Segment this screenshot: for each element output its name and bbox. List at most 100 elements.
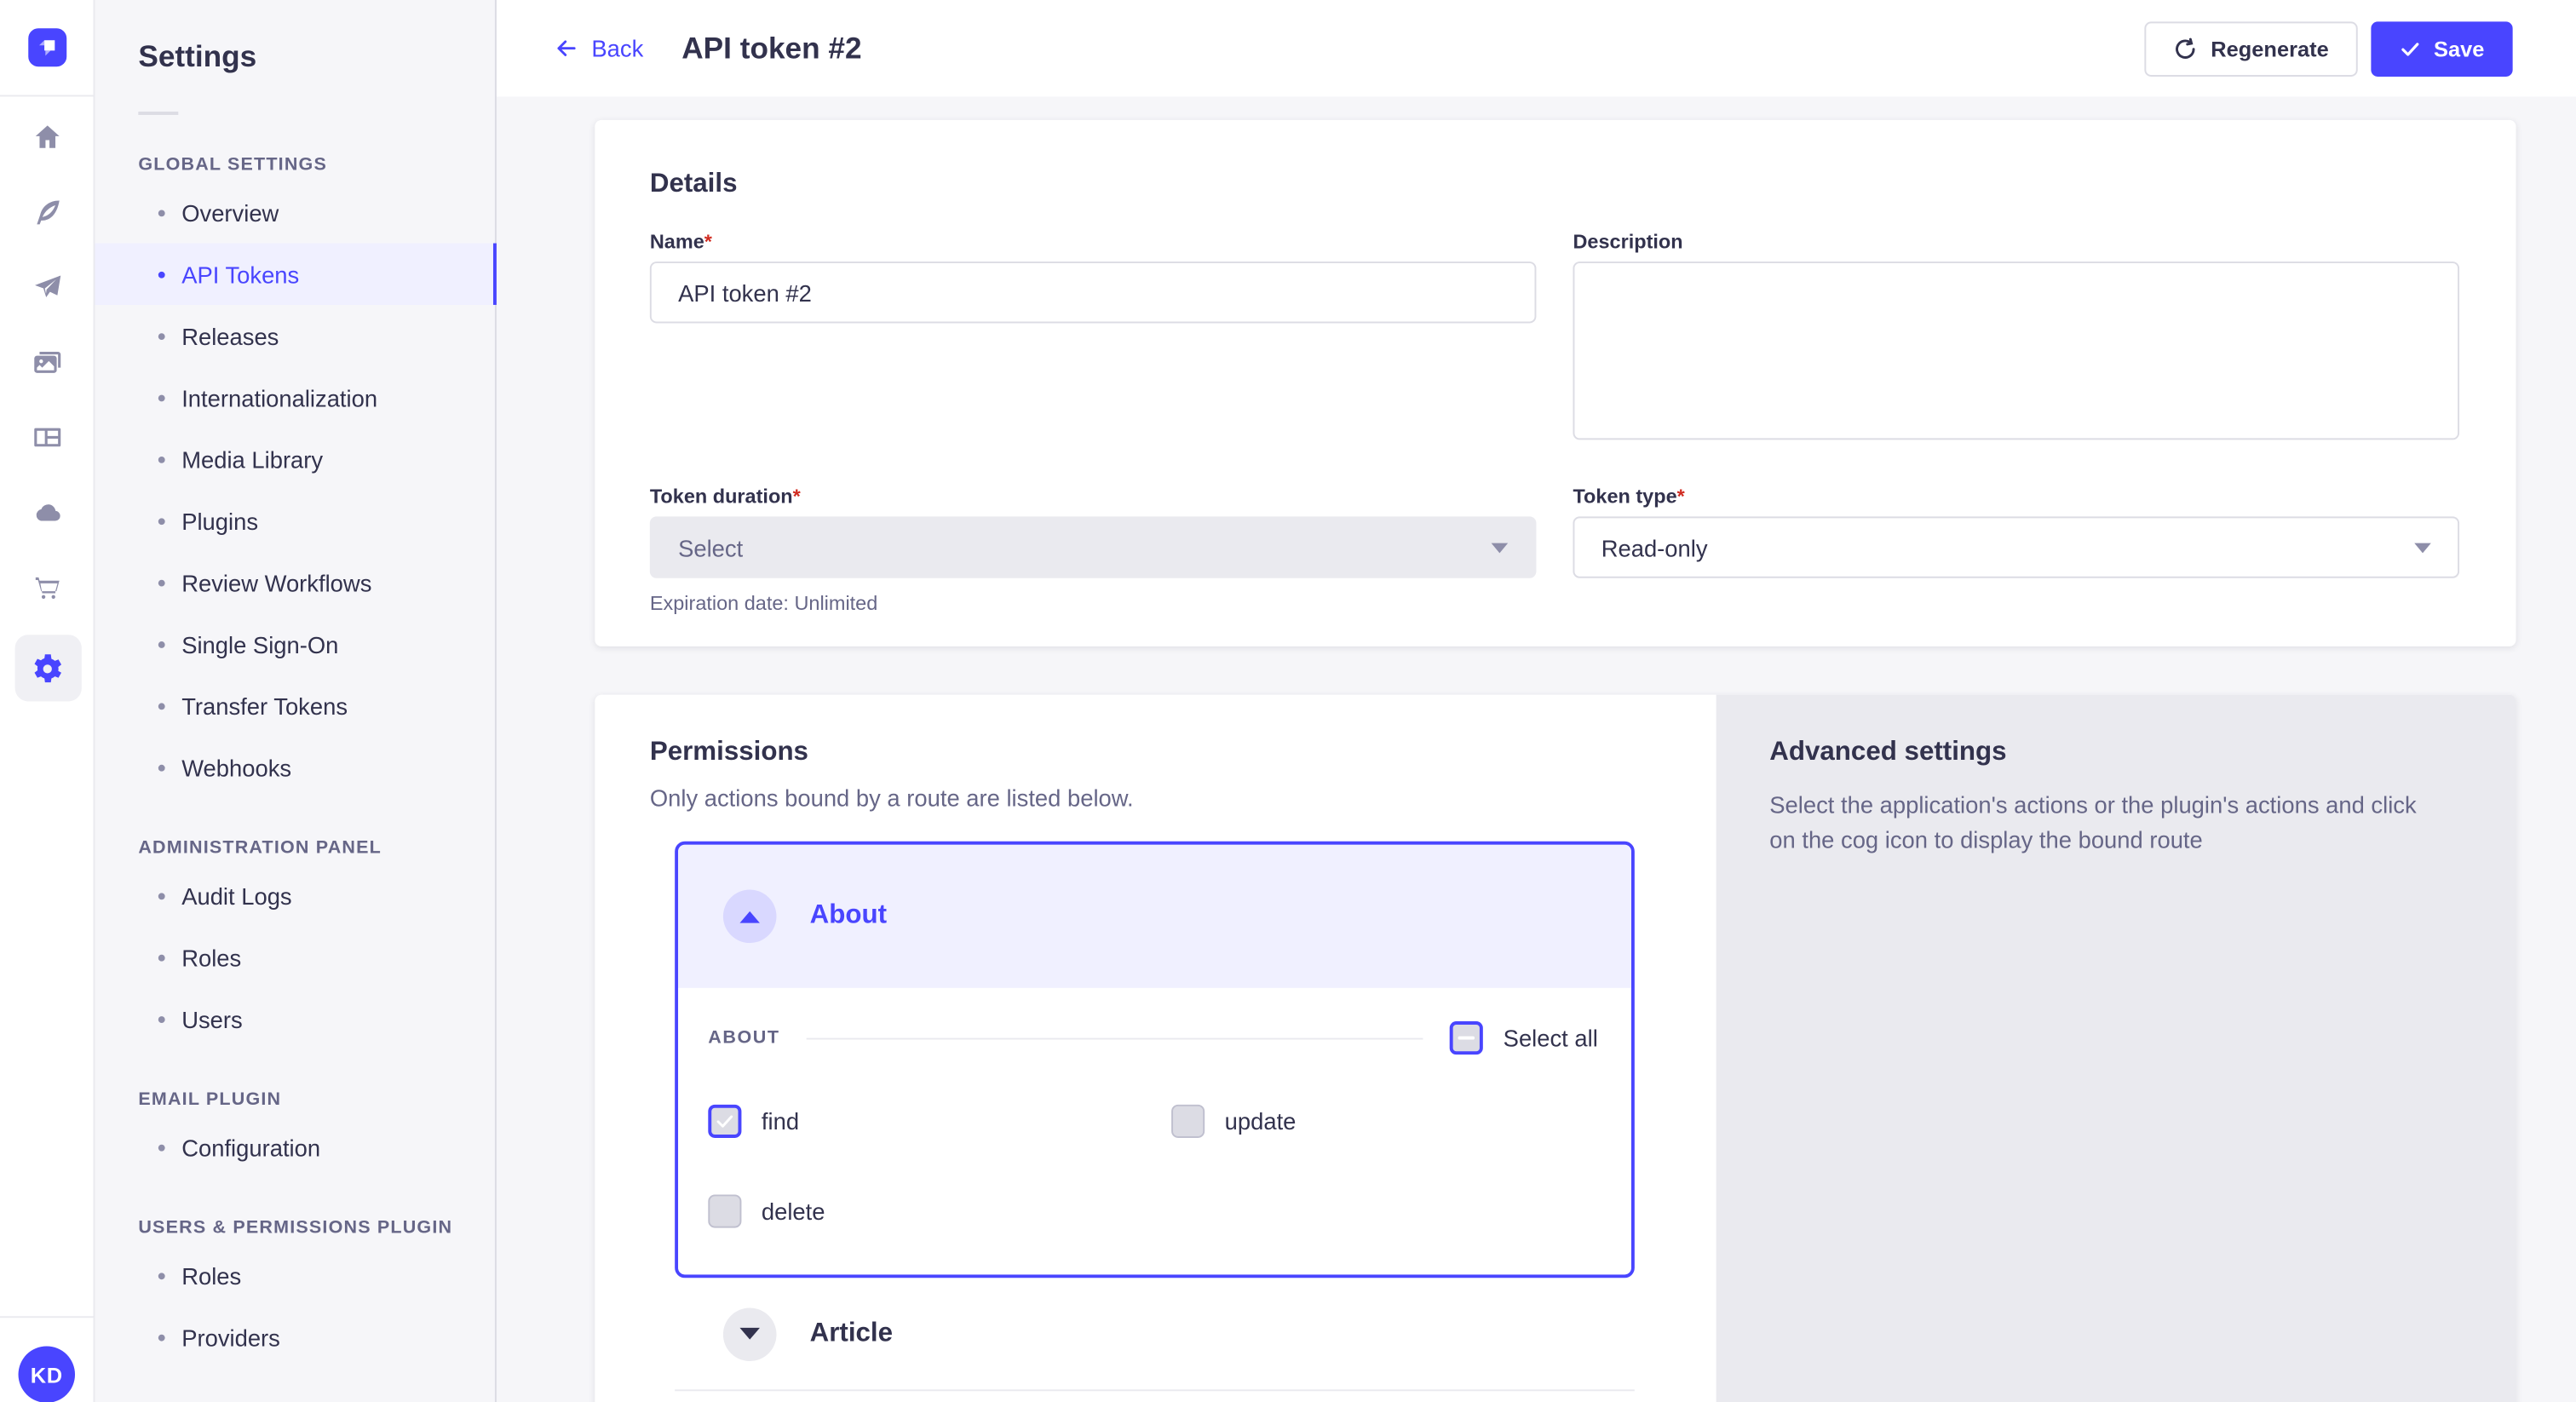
marketplace-cart-icon[interactable] (20, 560, 74, 613)
page-title: API token #2 (681, 31, 861, 66)
sidebar-item-overview[interactable]: Overview (95, 181, 494, 243)
about-accordion-body: ABOUT Select all find (678, 988, 1631, 1274)
bullet-icon (158, 1015, 165, 1022)
token-duration-field-group: Token duration* Select Expiration date: … (650, 485, 1537, 615)
permissions-panel: Permissions Only actions bound by a rout… (595, 695, 1716, 1402)
token-duration-select[interactable]: Select (650, 516, 1537, 577)
sidebar-item-review-workflows[interactable]: Review Workflows (95, 551, 494, 612)
page-header: Back API token #2 Regenerate Save (497, 0, 2576, 96)
user-avatar[interactable]: KD (19, 1346, 76, 1402)
sidebar-item-internationalization[interactable]: Internationalization (95, 366, 494, 428)
bullet-icon (158, 209, 165, 215)
required-asterisk: * (704, 230, 712, 253)
chevron-down-icon (739, 1328, 759, 1340)
back-button[interactable]: Back (553, 35, 643, 61)
strapi-logo-icon (35, 35, 60, 60)
name-label: Name* (650, 230, 1537, 253)
sidebar-item-providers[interactable]: Providers (95, 1307, 494, 1368)
bullet-icon (158, 764, 165, 771)
expiration-hint: Expiration date: Unlimited (650, 591, 1537, 614)
chevron-down-icon (2414, 543, 2431, 553)
sidebar-item-label: Users (181, 1005, 243, 1031)
about-accordion-header[interactable]: About (678, 845, 1631, 988)
sidebar-item-label: Review Workflows (181, 569, 371, 595)
sidebar-item-plugins[interactable]: Plugins (95, 490, 494, 551)
group-divider (807, 1037, 1423, 1039)
bullet-icon (158, 1272, 165, 1278)
about-group-label: ABOUT (708, 1028, 779, 1048)
paper-plane-icon[interactable] (20, 260, 74, 313)
sidebar-item-label: Internationalization (181, 384, 377, 411)
sidebar-item-api-tokens[interactable]: API Tokens (95, 244, 494, 305)
bullet-icon (158, 394, 165, 401)
required-asterisk: * (1677, 485, 1685, 508)
check-icon (2399, 37, 2420, 59)
delete-checkbox[interactable] (708, 1194, 741, 1227)
sidebar-item-media-library[interactable]: Media Library (95, 428, 494, 490)
sidebar-item-label: Transfer Tokens (181, 692, 348, 719)
token-type-field-group: Token type* Read-only (1573, 485, 2459, 615)
settings-sidebar: Settings GLOBAL SETTINGS Overview API To… (95, 0, 496, 1402)
content-type-builder-icon[interactable] (20, 410, 74, 463)
sidebar-item-label: Roles (181, 944, 241, 970)
sidebar-item-single-sign-on[interactable]: Single Sign-On (95, 613, 494, 675)
permission-find: find (708, 1105, 1171, 1138)
advanced-settings-panel: Advanced settings Select the application… (1716, 695, 2516, 1402)
sidebar-item-configuration[interactable]: Configuration (95, 1117, 494, 1178)
check-icon (715, 1112, 734, 1131)
rail-divider-bottom (0, 1316, 95, 1318)
permissions-card: Permissions Only actions bound by a rout… (595, 695, 2516, 1402)
sidebar-item-up-roles[interactable]: Roles (95, 1244, 494, 1306)
token-duration-value: Select (678, 534, 743, 560)
bullet-icon (158, 271, 165, 278)
chevron-up-icon (739, 911, 759, 922)
sidebar-item-label: Overview (181, 199, 279, 226)
sidebar-item-transfer-tokens[interactable]: Transfer Tokens (95, 675, 494, 736)
sidebar-item-admin-roles[interactable]: Roles (95, 927, 494, 988)
sidebar-item-label: Roles (181, 1262, 241, 1289)
bullet-icon (158, 1334, 165, 1341)
name-input[interactable] (650, 261, 1537, 323)
delete-label: delete (762, 1198, 825, 1224)
bullet-icon (158, 702, 165, 709)
expand-toggle-button[interactable] (723, 1307, 777, 1360)
bullet-icon (158, 892, 165, 899)
section-administration-panel: ADMINISTRATION PANEL (138, 838, 495, 858)
find-label: find (762, 1108, 799, 1135)
sidebar-item-users[interactable]: Users (95, 988, 494, 1049)
sidebar-item-releases[interactable]: Releases (95, 305, 494, 366)
strapi-logo[interactable] (28, 28, 66, 66)
details-card: Details Name* Description Token duration… (595, 120, 2516, 646)
cloud-icon[interactable] (20, 485, 74, 538)
advanced-settings-heading: Advanced settings (1769, 738, 2456, 768)
save-button[interactable]: Save (2371, 20, 2513, 76)
description-textarea[interactable] (1573, 261, 2459, 440)
regenerate-label: Regenerate (2211, 36, 2329, 60)
update-checkbox[interactable] (1171, 1105, 1205, 1138)
permission-update: update (1171, 1105, 1635, 1138)
sidebar-item-audit-logs[interactable]: Audit Logs (95, 865, 494, 926)
sidebar-title-divider (138, 112, 178, 115)
bullet-icon (158, 641, 165, 647)
required-asterisk: * (793, 485, 801, 508)
sidebar-item-label: Configuration (181, 1134, 320, 1160)
back-label: Back (591, 35, 643, 61)
bullet-icon (158, 456, 165, 463)
name-field-group: Name* (650, 230, 1537, 445)
rail-divider-top (0, 95, 95, 96)
regenerate-button[interactable]: Regenerate (2144, 20, 2357, 76)
about-accordion: About ABOUT Select all (675, 842, 1635, 1278)
select-all-checkbox[interactable] (1450, 1021, 1483, 1054)
advanced-settings-body: Select the application's actions or the … (1769, 788, 2442, 858)
media-library-icon[interactable] (20, 335, 74, 388)
permissions-heading: Permissions (650, 738, 1716, 768)
settings-gear-icon[interactable] (14, 635, 81, 701)
find-checkbox[interactable] (708, 1105, 741, 1138)
collapse-toggle-button[interactable] (723, 890, 777, 944)
sidebar-item-webhooks[interactable]: Webhooks (95, 737, 494, 798)
article-accordion-header[interactable]: Article (675, 1278, 1635, 1391)
content-feather-icon[interactable] (20, 185, 74, 238)
home-icon[interactable] (20, 110, 74, 164)
token-type-label: Token type* (1573, 485, 2459, 508)
token-type-select[interactable]: Read-only (1573, 516, 2459, 577)
